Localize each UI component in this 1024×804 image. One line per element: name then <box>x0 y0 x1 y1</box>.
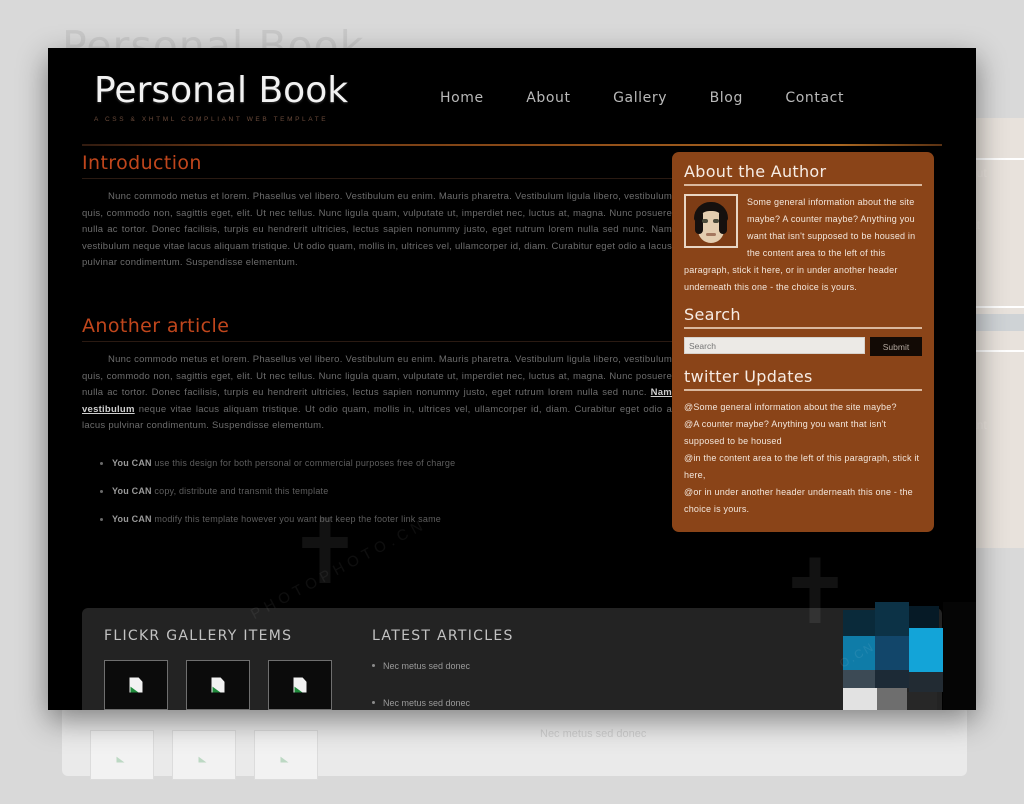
list-item[interactable]: Nec metus sed donec <box>372 659 672 674</box>
list-item: You CAN copy, distribute and transmit th… <box>100 485 672 498</box>
permission-strong: You CAN <box>112 457 152 468</box>
permissions-list: You CAN use this design for both persona… <box>82 457 672 526</box>
site-title: Personal Book <box>94 70 349 111</box>
article-divider <box>82 341 672 342</box>
twitter-update-item: @Some general information about the site… <box>684 402 897 412</box>
ghost-thumb <box>90 730 154 780</box>
broken-image-icon <box>211 677 225 693</box>
article-another: Another article Nunc commodo metus et lo… <box>82 315 672 435</box>
ghost-search-field <box>970 314 1024 331</box>
permission-text: modify this template however you want bu… <box>151 513 441 524</box>
ghost-latest-item: Nec metus sed donec <box>540 728 647 740</box>
ghost-footer-panel: Nec metus sed donec <box>62 706 967 780</box>
nav-item-about[interactable]: About <box>526 90 570 106</box>
sidebar-divider <box>684 184 922 186</box>
twitter-update-item: @in the content area to the left of this… <box>684 453 920 480</box>
article-column: Introduction Nunc commodo metus et lorem… <box>82 152 672 541</box>
article-body-text-after: neque vitae lacus aliquam tristique. Ut … <box>82 403 672 432</box>
ghost-thumb <box>172 730 236 780</box>
search-submit-button[interactable]: Submit <box>870 337 922 356</box>
list-item: You CAN use this design for both persona… <box>100 457 672 470</box>
permission-text: copy, distribute and transmit this templ… <box>151 485 329 496</box>
site-tagline: A CSS & XHTML COMPLIANT WEB TEMPLATE <box>94 116 329 123</box>
article-heading: Introduction <box>82 152 202 174</box>
permission-strong: You CAN <box>112 485 152 496</box>
main-navigation[interactable]: Home About Gallery Blog Contact <box>440 89 920 107</box>
permission-strong: You CAN <box>112 513 152 524</box>
broken-image-icon <box>293 677 307 693</box>
flickr-thumbnail[interactable] <box>104 660 168 710</box>
sidebar-heading-twitter: twitter Updates <box>684 367 813 386</box>
article-body-text-before: Nunc commodo metus et lorem. Phasellus v… <box>82 354 672 398</box>
flickr-thumbnail-grid <box>104 660 404 710</box>
footer-flickr-section: FLICKR GALLERY ITEMS <box>104 628 404 710</box>
ghost-thumb <box>254 730 318 780</box>
list-item: You CAN modify this template however you… <box>100 513 672 526</box>
list-item[interactable]: Nec metus sed donec <box>372 696 672 710</box>
sidebar-heading-author: About the Author <box>684 162 827 181</box>
permission-text: use this design for both personal or com… <box>151 457 456 468</box>
broken-image-icon <box>129 677 143 693</box>
nav-item-home[interactable]: Home <box>440 90 484 106</box>
avatar <box>694 202 728 243</box>
author-face-avatar-icon <box>684 194 738 248</box>
site-header: Personal Book A CSS & XHTML COMPLIANT WE… <box>48 48 976 148</box>
latest-articles-list: Nec metus sed donec Nec metus sed donec <box>372 659 672 710</box>
sidebar-divider <box>684 327 922 329</box>
article-introduction: Introduction Nunc commodo metus et lorem… <box>82 152 672 272</box>
footer-heading-latest: LATEST ARTICLES <box>372 628 514 644</box>
search-form[interactable]: Submit <box>684 337 922 356</box>
nav-item-blog[interactable]: Blog <box>710 90 743 106</box>
brand[interactable]: Personal Book A CSS & XHTML COMPLIANT WE… <box>94 70 349 124</box>
header-divider <box>82 144 942 146</box>
footer-heading-flickr: FLICKR GALLERY ITEMS <box>104 628 293 644</box>
footer-panel: FLICKR GALLERY ITEMS LATEST ARTICLES Nec… <box>82 608 942 710</box>
article-heading: Another article <box>82 315 230 337</box>
sidebar-heading-search: Search <box>684 305 741 324</box>
article-body: Nunc commodo metus et lorem. Phasellus v… <box>82 352 672 435</box>
article-body-text: Nunc commodo metus et lorem. Phasellus v… <box>82 191 672 268</box>
nav-item-gallery[interactable]: Gallery <box>613 90 667 106</box>
sidebar: About the Author Some general informatio… <box>672 152 934 532</box>
article-divider <box>82 178 672 179</box>
nav-item-contact[interactable]: Contact <box>785 90 844 106</box>
twitter-update-item: @A counter maybe? Anything you want that… <box>684 419 887 446</box>
pixelated-artifact-block <box>843 588 976 710</box>
article-body: Nunc commodo metus et lorem. Phasellus v… <box>82 189 672 272</box>
sidebar-divider <box>684 389 922 391</box>
website-preview-panel: Personal Book A CSS & XHTML COMPLIANT WE… <box>48 48 976 710</box>
footer-latest-section: LATEST ARTICLES Nec metus sed donec Nec … <box>372 628 672 710</box>
search-input[interactable] <box>684 337 865 354</box>
flickr-thumbnail[interactable] <box>186 660 250 710</box>
flickr-thumbnail[interactable] <box>268 660 332 710</box>
twitter-update-item: @or in under another header underneath t… <box>684 487 913 514</box>
